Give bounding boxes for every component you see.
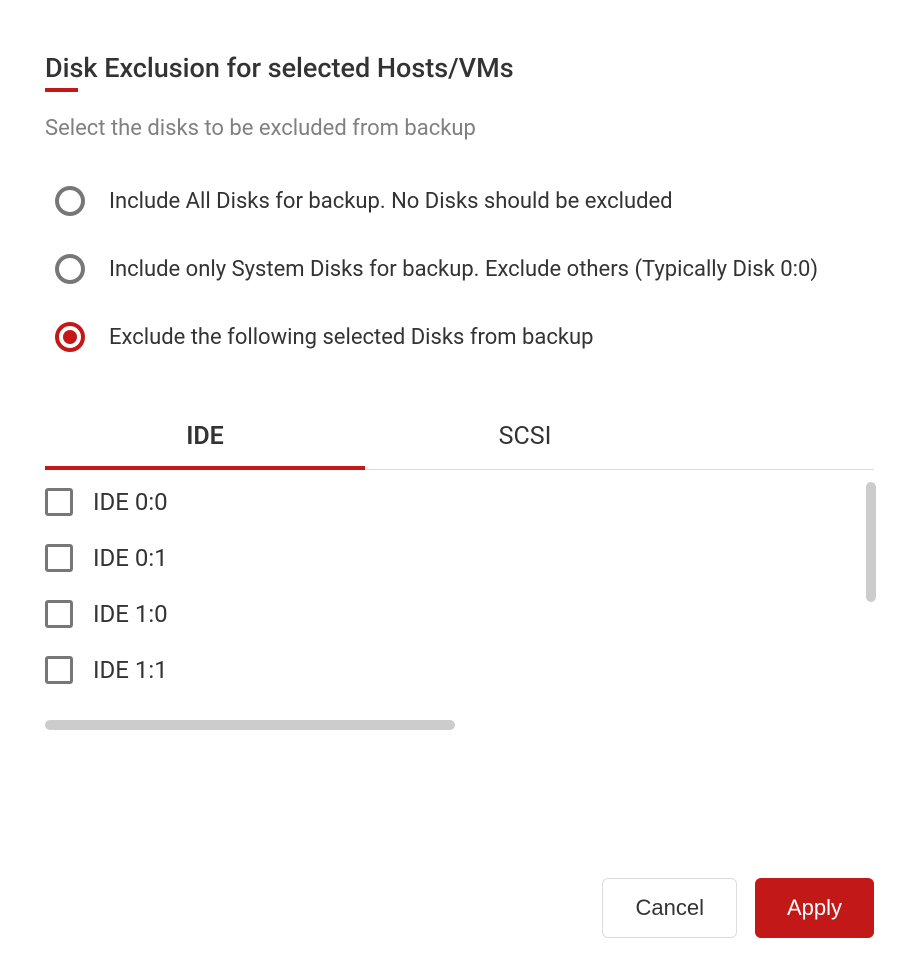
radio-label: Include only System Disks for backup. Ex… — [109, 257, 818, 282]
checkbox-icon — [45, 600, 73, 628]
radio-label: Include All Disks for backup. No Disks s… — [109, 189, 673, 214]
radio-icon-selected — [55, 322, 85, 352]
disk-item-ide-1-1[interactable]: IDE 1:1 — [45, 656, 874, 684]
button-row: Cancel Apply — [602, 878, 874, 938]
radio-option-system-only[interactable]: Include only System Disks for backup. Ex… — [55, 254, 874, 284]
radio-icon — [55, 186, 85, 216]
disk-label: IDE 1:0 — [93, 600, 168, 628]
vertical-scrollbar[interactable] — [866, 482, 876, 602]
apply-button[interactable]: Apply — [755, 878, 874, 938]
checkbox-icon — [45, 488, 73, 516]
page-title: Disk Exclusion for selected Hosts/VMs — [45, 52, 514, 92]
disk-item-ide-1-0[interactable]: IDE 1:0 — [45, 600, 874, 628]
horizontal-scrollbar[interactable] — [45, 720, 455, 730]
disk-list-wrapper: IDE 0:0 IDE 0:1 IDE 1:0 IDE 1:1 — [45, 470, 874, 730]
disk-item-ide-0-0[interactable]: IDE 0:0 — [45, 488, 874, 516]
tab-ide[interactable]: IDE — [45, 404, 365, 469]
radio-label: Exclude the following selected Disks fro… — [109, 325, 593, 350]
disk-label: IDE 0:1 — [93, 544, 168, 572]
checkbox-icon — [45, 656, 73, 684]
disk-list: IDE 0:0 IDE 0:1 IDE 1:0 IDE 1:1 — [45, 488, 874, 720]
radio-icon — [55, 254, 85, 284]
radio-option-include-all[interactable]: Include All Disks for backup. No Disks s… — [55, 186, 874, 216]
disk-label: IDE 1:1 — [93, 656, 168, 684]
tabs-row: IDE SCSI — [45, 404, 874, 470]
radio-group: Include All Disks for backup. No Disks s… — [45, 186, 874, 352]
disk-item-ide-0-1[interactable]: IDE 0:1 — [45, 544, 874, 572]
radio-option-exclude-selected[interactable]: Exclude the following selected Disks fro… — [55, 322, 874, 352]
checkbox-icon — [45, 544, 73, 572]
page-subtitle: Select the disks to be excluded from bac… — [45, 116, 874, 141]
disk-label: IDE 0:0 — [93, 488, 168, 516]
cancel-button[interactable]: Cancel — [602, 878, 736, 938]
tab-scsi[interactable]: SCSI — [365, 404, 685, 469]
